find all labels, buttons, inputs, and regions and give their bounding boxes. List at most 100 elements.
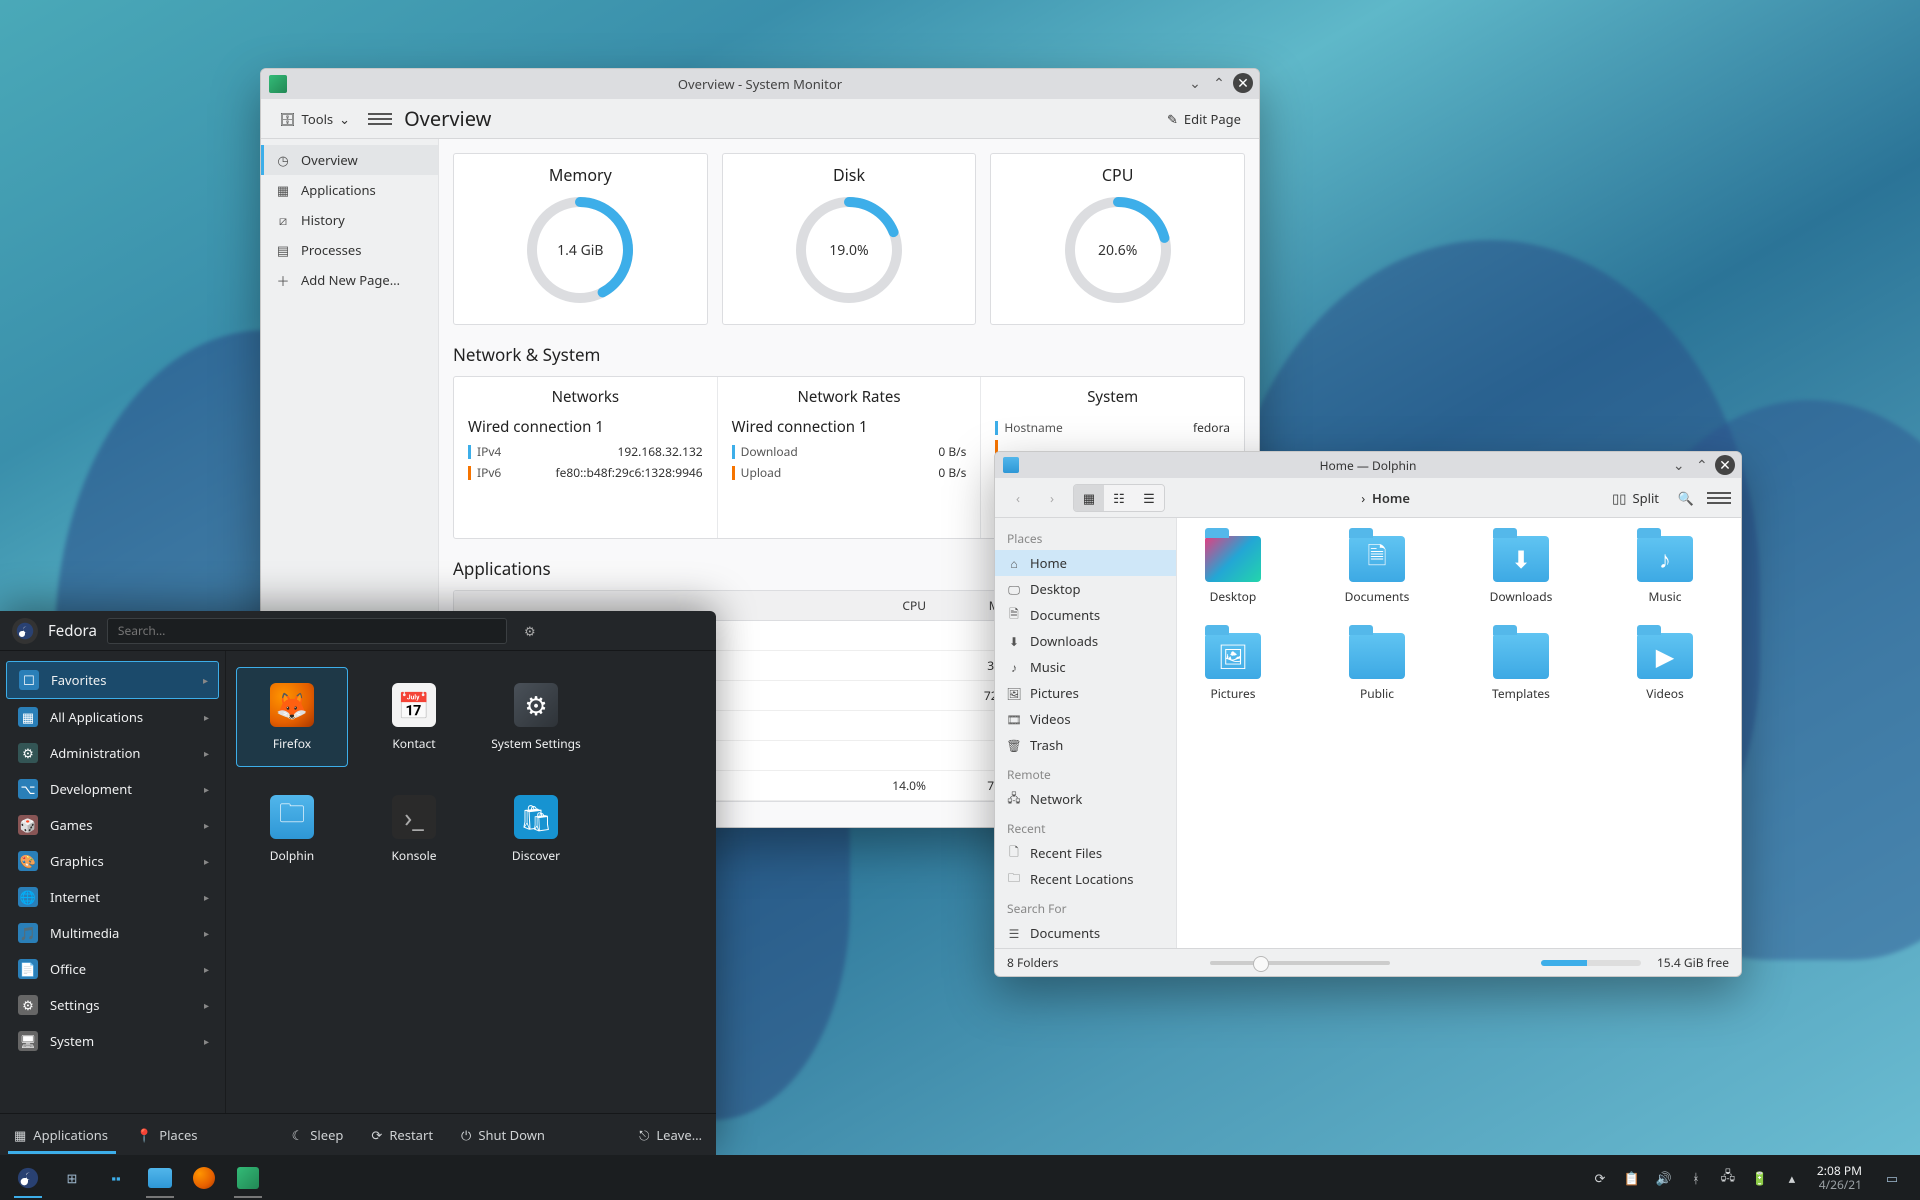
start-button[interactable]: [6, 1155, 50, 1200]
fedora-logo-icon: [12, 618, 38, 644]
zoom-slider[interactable]: [1074, 961, 1525, 965]
place-downloads[interactable]: ⬇Downloads: [995, 628, 1176, 654]
sidebar-item-applications[interactable]: ▦Applications: [261, 175, 438, 205]
place-pictures[interactable]: 🖼Pictures: [995, 680, 1176, 706]
volume-icon[interactable]: 🔊: [1655, 1169, 1673, 1187]
tray-expand-icon[interactable]: ▴: [1783, 1169, 1801, 1187]
app-system-settings[interactable]: ⚙System Settings: [480, 667, 592, 767]
compact-view-button[interactable]: ☷: [1104, 485, 1134, 511]
updates-icon[interactable]: ⟳: [1591, 1169, 1609, 1187]
forward-button[interactable]: ›: [1039, 485, 1065, 511]
folder-public[interactable]: Public: [1327, 633, 1427, 702]
edit-page-button[interactable]: ✎ Edit Page: [1161, 106, 1247, 132]
dolphin-app-icon: [1003, 457, 1019, 473]
places-panel: Places ⌂Home 🖵Desktop 🗎Documents ⬇Downlo…: [995, 518, 1177, 948]
clipboard-icon[interactable]: 📋: [1623, 1169, 1641, 1187]
foot-applications[interactable]: ▦Applications: [14, 1126, 108, 1144]
dolphin-titlebar[interactable]: Home — Dolphin ⌄ ⌃ ✕: [995, 452, 1741, 478]
sysmon-titlebar[interactable]: Overview - System Monitor ⌄ ⌃ ✕: [261, 69, 1259, 99]
folder-icon: [1349, 633, 1405, 679]
minimize-button[interactable]: ⌄: [1669, 455, 1689, 475]
place-recent-locations[interactable]: 🗀Recent Locations: [995, 866, 1176, 892]
place-network[interactable]: 🖧Network: [995, 786, 1176, 812]
folder-downloads[interactable]: ⬇Downloads: [1471, 536, 1571, 605]
cat-all[interactable]: ▦All Applications▸: [6, 699, 219, 735]
folder-pictures[interactable]: 🖼Pictures: [1183, 633, 1283, 702]
icons-view-button[interactable]: ▦: [1074, 485, 1104, 511]
code-icon: ⌥: [18, 779, 38, 799]
task-firefox[interactable]: [182, 1155, 226, 1200]
folder-videos[interactable]: ▶Videos: [1615, 633, 1715, 702]
task-desktops[interactable]: ⊞: [50, 1155, 94, 1200]
trash-icon: 🗑: [1007, 738, 1021, 752]
sidebar-item-processes[interactable]: ▤Processes: [261, 235, 438, 265]
cat-administration[interactable]: ⚙Administration▸: [6, 735, 219, 771]
foot-shutdown[interactable]: ⏻Shut Down: [461, 1126, 545, 1144]
menu-button[interactable]: [1707, 486, 1731, 510]
folder-desktop[interactable]: Desktop: [1183, 536, 1283, 605]
place-desktop[interactable]: 🖵Desktop: [995, 576, 1176, 602]
document-icon: 🗎: [1007, 608, 1021, 622]
foot-places[interactable]: 📍Places: [136, 1126, 198, 1144]
details-view-button[interactable]: ☰: [1134, 485, 1164, 511]
app-discover[interactable]: 🛍Discover: [480, 779, 592, 879]
cat-internet[interactable]: 🌐Internet▸: [6, 879, 219, 915]
bluetooth-icon[interactable]: ᚼ: [1687, 1169, 1705, 1187]
place-music[interactable]: ♪Music: [995, 654, 1176, 680]
folder-templates[interactable]: Templates: [1471, 633, 1571, 702]
place-trash[interactable]: 🗑Trash: [995, 732, 1176, 758]
picture-icon: 🖼: [1007, 686, 1021, 700]
download-icon: ⬇: [1007, 634, 1021, 648]
cat-development[interactable]: ⌥Development▸: [6, 771, 219, 807]
chevron-down-icon: ⌄: [339, 110, 350, 128]
place-recent-files[interactable]: 🗋Recent Files: [995, 840, 1176, 866]
maximize-button[interactable]: ⌃: [1692, 455, 1712, 475]
app-firefox[interactable]: 🦊Firefox: [236, 667, 348, 767]
clock[interactable]: 2:08 PM 4/26/21: [1809, 1164, 1870, 1192]
cat-games[interactable]: 🎲Games▸: [6, 807, 219, 843]
battery-icon[interactable]: 🔋: [1751, 1169, 1769, 1187]
place-home[interactable]: ⌂Home: [995, 550, 1176, 576]
kontact-icon: 📅: [392, 683, 436, 727]
close-button[interactable]: ✕: [1715, 455, 1735, 475]
cat-office[interactable]: 📄Office▸: [6, 951, 219, 987]
show-desktop-button[interactable]: ▭: [1870, 1155, 1914, 1200]
settings-icon[interactable]: ⚙: [517, 618, 543, 644]
foot-leave[interactable]: ⎋Leave…: [639, 1126, 702, 1144]
cat-favorites[interactable]: ☐Favorites▸: [6, 661, 219, 699]
tools-menu[interactable]: 🗄 Tools ⌄: [273, 106, 356, 132]
foot-sleep[interactable]: ☾Sleep: [292, 1126, 344, 1144]
network-icon[interactable]: 🖧: [1719, 1169, 1737, 1187]
search-input[interactable]: [107, 618, 507, 644]
sidebar-item-overview[interactable]: ◷Overview: [261, 145, 438, 175]
place-videos[interactable]: 🎞Videos: [995, 706, 1176, 732]
gear-icon: ⚙: [18, 995, 38, 1015]
sidebar-item-history[interactable]: ⧄History: [261, 205, 438, 235]
split-button[interactable]: ▯▯Split: [1606, 485, 1665, 511]
task-dolphin[interactable]: [138, 1155, 182, 1200]
search-button[interactable]: 🔍: [1673, 485, 1699, 511]
places-header: Places: [995, 522, 1176, 550]
folder-music[interactable]: ♪Music: [1615, 536, 1715, 605]
breadcrumb[interactable]: › Home: [1173, 489, 1598, 507]
app-dolphin[interactable]: 🗀Dolphin: [236, 779, 348, 879]
cat-multimedia[interactable]: 🎵Multimedia▸: [6, 915, 219, 951]
close-button[interactable]: ✕: [1233, 73, 1253, 93]
cat-system[interactable]: 🖥System▸: [6, 1023, 219, 1059]
search-documents[interactable]: ☰Documents: [995, 920, 1176, 946]
task-sysmon[interactable]: [226, 1155, 270, 1200]
sidebar-item-add-page[interactable]: ＋Add New Page…: [261, 265, 438, 295]
foot-restart[interactable]: ⟳Restart: [371, 1126, 433, 1144]
minimize-button[interactable]: ⌄: [1185, 73, 1205, 93]
cat-graphics[interactable]: 🎨Graphics▸: [6, 843, 219, 879]
cat-settings[interactable]: ⚙Settings▸: [6, 987, 219, 1023]
hamburger-icon[interactable]: [368, 107, 392, 131]
folder-documents[interactable]: 🗎Documents: [1327, 536, 1427, 605]
app-kontact[interactable]: 📅Kontact: [358, 667, 470, 767]
task-pinned-1[interactable]: ▪▪: [94, 1155, 138, 1200]
back-button[interactable]: ‹: [1005, 485, 1031, 511]
app-konsole[interactable]: ›_Konsole: [358, 779, 470, 879]
file-view[interactable]: Desktop 🗎Documents ⬇Downloads ♪Music 🖼Pi…: [1177, 518, 1741, 948]
maximize-button[interactable]: ⌃: [1209, 73, 1229, 93]
place-documents[interactable]: 🗎Documents: [995, 602, 1176, 628]
